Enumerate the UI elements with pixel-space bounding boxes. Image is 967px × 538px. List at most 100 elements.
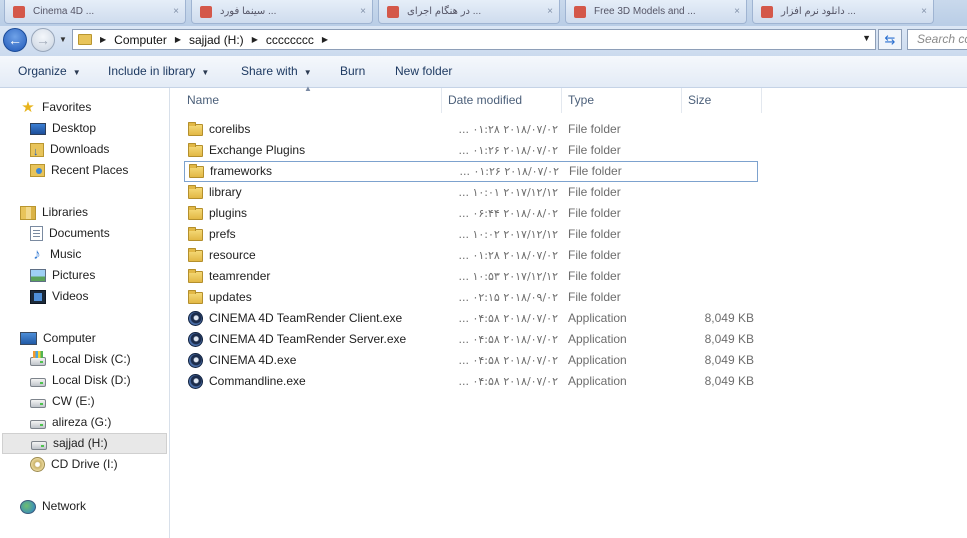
nav-drive-g[interactable]: alireza (G:) (30, 412, 111, 433)
close-icon[interactable]: × (921, 0, 927, 23)
file-name: CINEMA 4D TeamRender Server.exe (209, 332, 407, 346)
nav-libraries[interactable]: Libraries (20, 202, 88, 223)
browser-tab[interactable]: دانلود نرم افزار ... × (752, 0, 934, 24)
column-header-name[interactable]: Name (181, 88, 442, 113)
nav-label: Local Disk (D:) (52, 373, 131, 387)
close-icon[interactable]: × (173, 0, 179, 23)
file-type: File folder (568, 122, 621, 136)
browser-tab[interactable]: سینما فورد ... × (191, 0, 373, 24)
breadcrumb-computer[interactable]: Computer (114, 33, 167, 47)
breadcrumb-drive[interactable]: sajjad (H:) (189, 33, 244, 47)
close-icon[interactable]: × (734, 0, 740, 23)
file-row[interactable]: prefs ۲۰۱۷/۱۲/۱۲ ۱۰:۰۲ ... File folder (184, 224, 758, 245)
forward-button[interactable]: → (31, 28, 55, 52)
file-row[interactable]: corelibs ۲۰۱۸/۰۷/۰۲ ۰۱:۲۸ ... File folde… (184, 119, 758, 140)
burn-button[interactable]: Burn (340, 56, 365, 87)
file-name: CINEMA 4D TeamRender Client.exe (209, 311, 403, 325)
column-headers: ▲ Name Date modified Type Size (171, 84, 967, 113)
file-type: Application (568, 374, 627, 388)
downloads-icon (30, 142, 44, 163)
search-input[interactable]: Search cc (907, 29, 967, 50)
file-name-cell: prefs (188, 224, 438, 245)
nav-label: alireza (G:) (52, 415, 112, 429)
nav-drive-e[interactable]: CW (E:) (30, 391, 95, 412)
folder-icon (189, 163, 204, 178)
file-row[interactable]: CINEMA 4D TeamRender Server.exe ۲۰۱۸/۰۷/… (184, 329, 758, 350)
file-size: 8,049 KB (704, 374, 754, 388)
command-bar: Organize ▼ Include in library ▼ Share with… (0, 56, 967, 88)
nav-network[interactable]: Network (20, 496, 86, 517)
back-arrow-icon: ← (8, 32, 22, 48)
column-header-size[interactable]: Size (682, 88, 762, 113)
videos-icon (30, 289, 46, 304)
nav-documents[interactable]: Documents (30, 223, 110, 244)
chevron-right-icon[interactable]: ▶ (252, 35, 258, 44)
organize-label: Organize (18, 64, 67, 78)
nav-drive-d[interactable]: Local Disk (D:) (30, 370, 131, 391)
close-icon[interactable]: × (360, 0, 366, 23)
file-name: Commandline.exe (209, 374, 306, 388)
file-row[interactable]: frameworks ۲۰۱۸/۰۷/۰۲ ۰۱:۲۶ ... File fol… (184, 161, 758, 182)
file-row[interactable]: updates ۲۰۱۸/۰۹/۰۲ ۰۲:۱۵ ... File folder (184, 287, 758, 308)
column-header-date[interactable]: Date modified (442, 88, 562, 113)
breadcrumb-folder[interactable]: cccccccc (266, 33, 314, 47)
nav-music[interactable]: ♪ Music (30, 244, 81, 265)
system-disk-icon (30, 350, 46, 366)
address-dropdown-icon[interactable]: ▼ (862, 33, 871, 43)
file-row[interactable]: teamrender ۲۰۱۷/۱۲/۱۲ ۱۰:۵۳ ... File fol… (184, 266, 758, 287)
browser-tab-label: در هنگام اجرای ... (407, 6, 482, 17)
refresh-button[interactable]: ⇆ (878, 29, 902, 50)
nav-desktop[interactable]: Desktop (30, 118, 96, 139)
organize-button[interactable]: Organize ▼ (18, 56, 81, 87)
file-row[interactable]: Commandline.exe ۲۰۱۸/۰۷/۰۲ ۰۴:۵۸ ... App… (184, 371, 758, 392)
folder-icon (188, 226, 203, 241)
nav-recent-places[interactable]: Recent Places (30, 160, 128, 181)
close-icon[interactable]: × (547, 0, 553, 23)
file-row[interactable]: resource ۲۰۱۸/۰۷/۰۲ ۰۱:۲۸ ... File folde… (184, 245, 758, 266)
navigation-pane: ★ Favorites Desktop Downloads Recent Plac… (0, 88, 170, 538)
nav-drive-h[interactable]: sajjad (H:) (2, 433, 167, 454)
nav-favorites[interactable]: ★ Favorites (20, 97, 91, 118)
file-row[interactable]: CINEMA 4D.exe ۲۰۱۸/۰۷/۰۲ ۰۴:۵۸ ... Appli… (184, 350, 758, 371)
file-row[interactable]: library ۲۰۱۷/۱۲/۱۲ ۱۰:۰۱ ... File folder (184, 182, 758, 203)
back-button[interactable]: ← (3, 28, 27, 52)
nav-computer[interactable]: Computer (20, 328, 96, 349)
browser-tab[interactable]: در هنگام اجرای ... × (378, 0, 560, 24)
file-row[interactable]: CINEMA 4D TeamRender Client.exe ۲۰۱۸/۰۷/… (184, 308, 758, 329)
include-in-library-label: Include in library (108, 64, 196, 78)
browser-tab-label: Cinema 4D ... (33, 6, 95, 17)
chevron-right-icon[interactable]: ▶ (100, 35, 106, 44)
folder-icon (188, 289, 203, 304)
caret-down-icon: ▼ (72, 68, 81, 77)
new-folder-button[interactable]: New folder (395, 56, 452, 87)
nav-label: Music (50, 247, 82, 261)
folder-icon (188, 268, 203, 283)
file-date: ۲۰۱۸/۰۷/۰۲ ۰۱:۲۸ ... (458, 123, 558, 136)
nav-pictures[interactable]: Pictures (30, 265, 95, 286)
chevron-right-icon[interactable]: ▶ (175, 35, 181, 44)
file-type: File folder (568, 143, 621, 157)
nav-downloads[interactable]: Downloads (30, 139, 110, 163)
nav-drive-c[interactable]: Local Disk (C:) (30, 349, 131, 370)
chevron-right-icon[interactable]: ▶ (322, 35, 328, 44)
share-with-button[interactable]: Share with ▼ (241, 56, 312, 87)
file-name: frameworks (210, 164, 273, 178)
browser-tab[interactable]: Cinema 4D ... × (4, 0, 186, 24)
browser-tab[interactable]: Free 3D Models and ... × (565, 0, 747, 24)
file-date: ۲۰۱۸/۰۷/۰۲ ۰۴:۵۸ ... (458, 333, 558, 346)
nav-label: Computer (43, 331, 96, 345)
nav-videos[interactable]: Videos (30, 286, 88, 307)
recent-pages-dropdown-icon[interactable]: ▼ (59, 35, 67, 44)
file-name: Exchange Plugins (209, 143, 306, 157)
file-row[interactable]: Exchange Plugins ۲۰۱۸/۰۷/۰۲ ۰۱:۲۶ ... Fi… (184, 140, 758, 161)
address-bar[interactable]: ▶ Computer ▶ sajjad (H:) ▶ cccccccc ▶ ▼ (72, 29, 876, 50)
nav-drive-i[interactable]: CD Drive (I:) (30, 454, 118, 475)
file-row[interactable]: plugins ۲۰۱۸/۰۸/۰۲ ۰۶:۴۴ ... File folder (184, 203, 758, 224)
nav-label: Downloads (50, 142, 110, 156)
include-in-library-button[interactable]: Include in library ▼ (108, 56, 209, 87)
nav-label: Network (42, 499, 87, 513)
column-header-type[interactable]: Type (562, 88, 682, 113)
file-name-cell: CINEMA 4D TeamRender Server.exe (188, 329, 438, 350)
address-row: ← → ▼ ▶ Computer ▶ sajjad (H:) ▶ ccccccc… (0, 26, 967, 56)
browser-tab-label: دانلود نرم افزار ... (781, 6, 856, 17)
